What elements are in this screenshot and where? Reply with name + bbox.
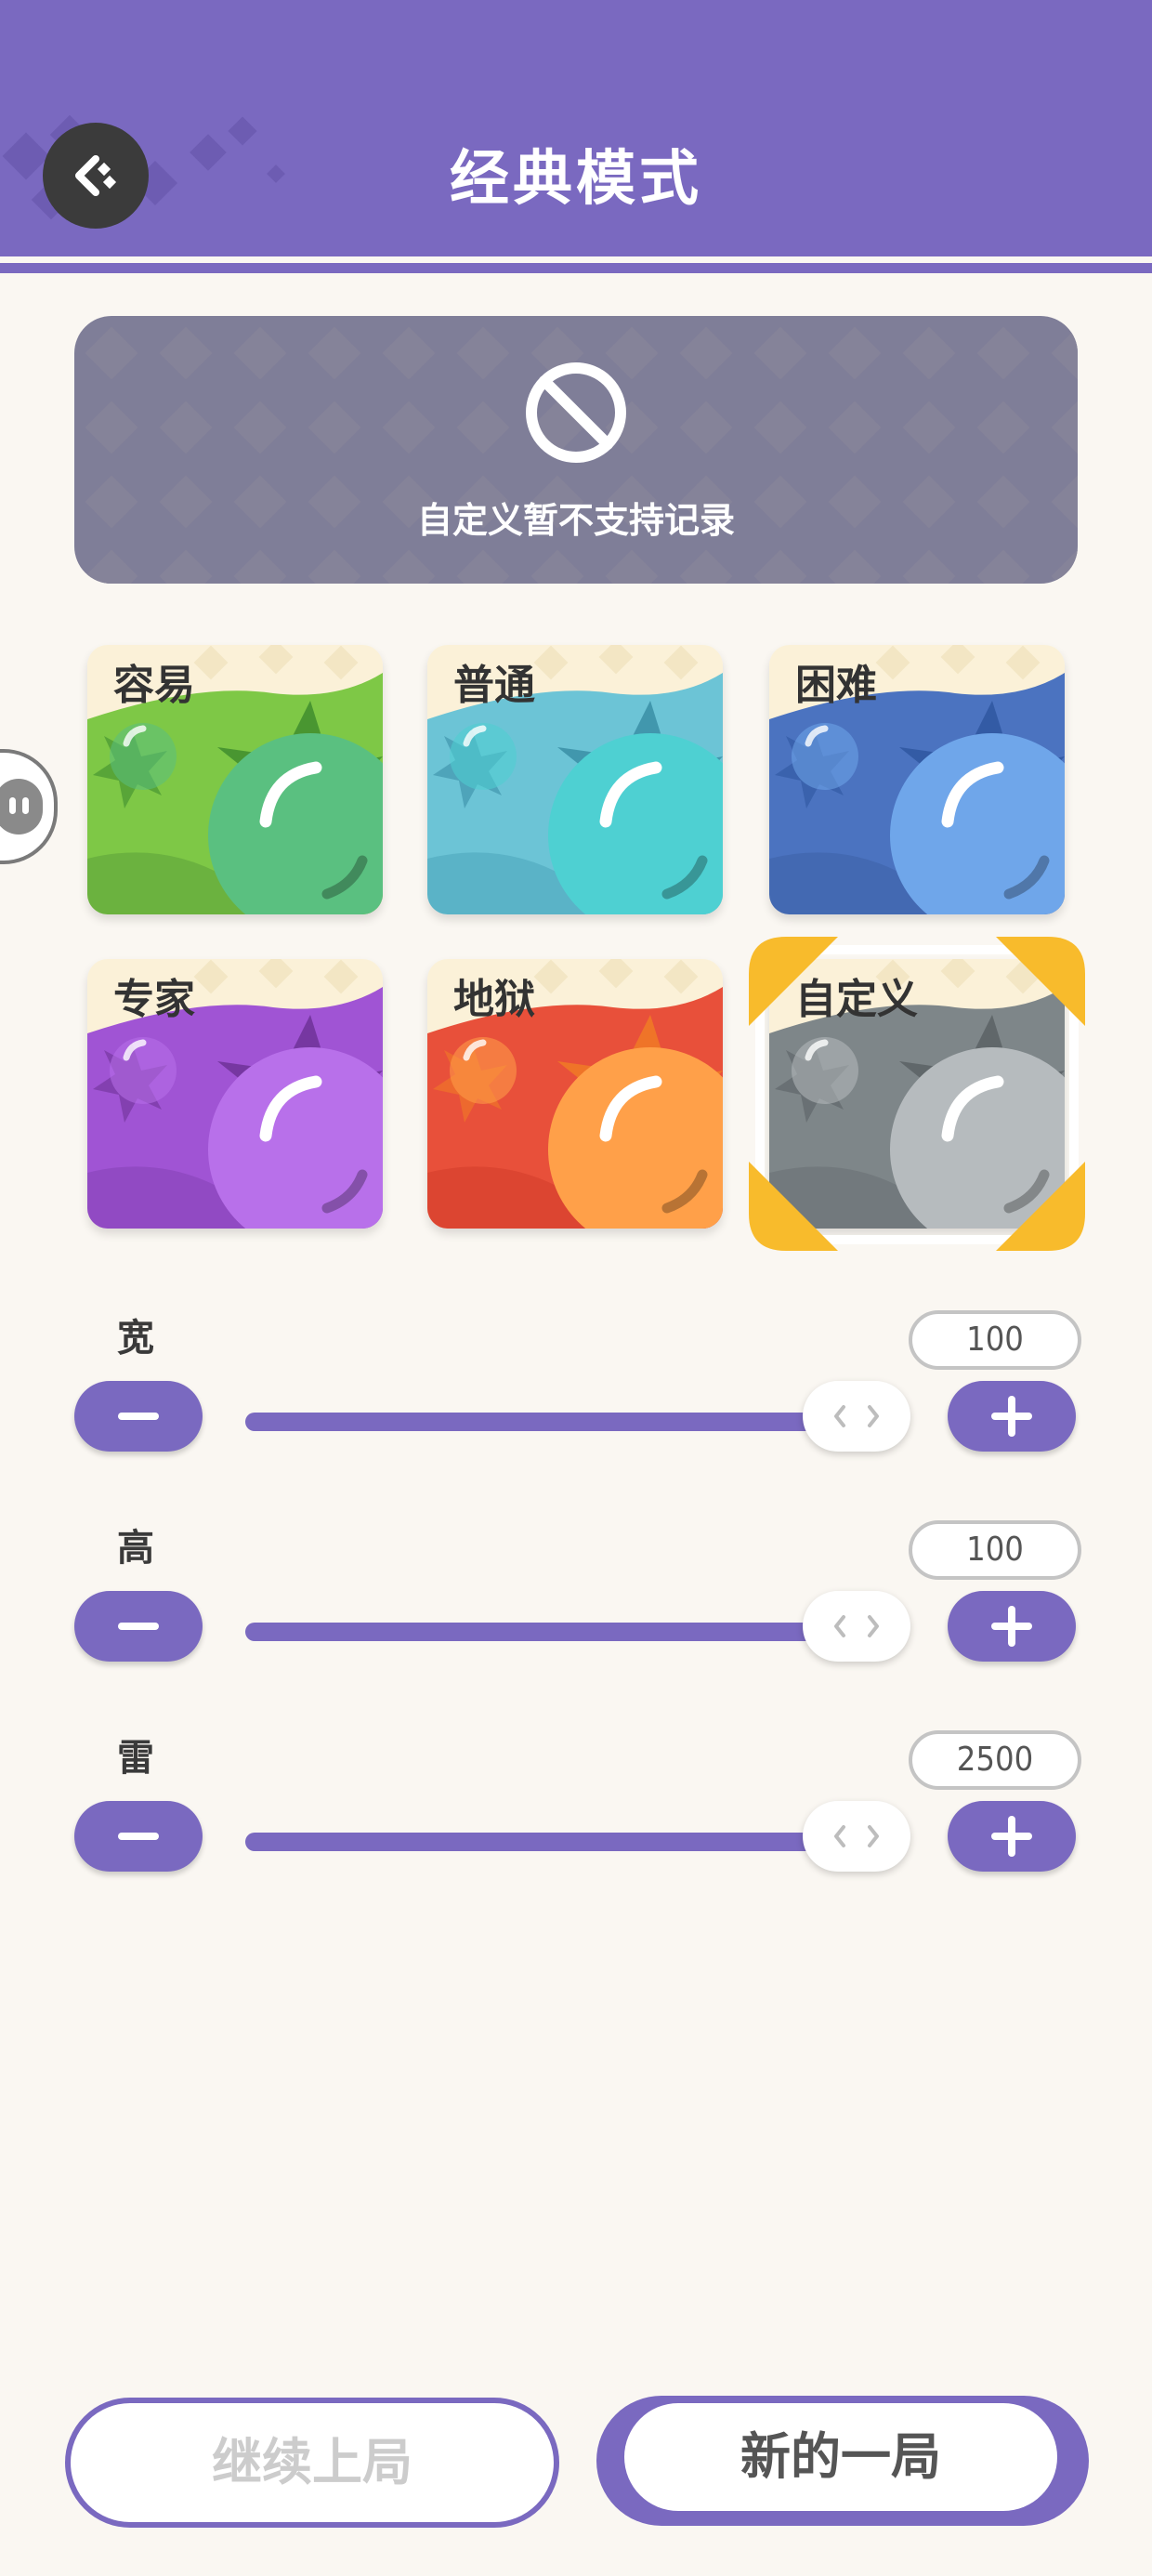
drag-arrows-icon [834, 1615, 879, 1637]
increment-button[interactable] [948, 1591, 1076, 1662]
slider-value-field[interactable]: 100 [909, 1310, 1081, 1370]
difficulty-card-label: 困难 [795, 662, 877, 709]
difficulty-card-label: 自定义 [795, 976, 918, 1023]
slider-track[interactable] [245, 1623, 896, 1641]
decrement-button[interactable] [74, 1591, 203, 1662]
decrement-button[interactable] [74, 1381, 203, 1452]
new-game-label: 新的一局 [624, 2403, 1057, 2511]
slider-thumb[interactable] [803, 1381, 910, 1452]
difficulty-card-label: 专家 [113, 976, 195, 1023]
slider-thumb[interactable] [803, 1801, 910, 1872]
slider-value-field[interactable]: 2500 [909, 1730, 1081, 1790]
page-title: 经典模式 [450, 145, 702, 214]
difficulty-card[interactable]: 自定义 [769, 959, 1065, 1229]
new-game-button[interactable]: 新的一局 [596, 2396, 1089, 2526]
slider-label: 雷 [117, 1737, 154, 1780]
difficulty-card[interactable]: 困难 [769, 645, 1065, 914]
slider-label: 高 [117, 1527, 154, 1570]
ghost-icon [0, 779, 43, 835]
header-divider [0, 256, 1152, 263]
minus-icon [118, 1833, 159, 1840]
notice-text: 自定义暂不支持记录 [416, 500, 735, 541]
increment-button[interactable] [948, 1801, 1076, 1872]
minus-icon [118, 1623, 159, 1630]
slider-label: 宽 [117, 1317, 154, 1360]
difficulty-card[interactable]: 容易 [87, 645, 383, 914]
decrement-button[interactable] [74, 1801, 203, 1872]
record-notice-panel: 自定义暂不支持记录 [74, 316, 1078, 584]
slider-track[interactable] [245, 1413, 896, 1431]
difficulty-card-label: 容易 [113, 662, 195, 709]
slider-track[interactable] [245, 1833, 896, 1851]
drag-arrows-icon [834, 1405, 879, 1427]
ban-icon [526, 362, 626, 463]
drag-arrows-icon [834, 1825, 879, 1847]
continue-game-button[interactable]: 继续上局 [65, 2398, 559, 2528]
difficulty-card[interactable]: 专家 [87, 959, 383, 1229]
header-bar: 经典模式 [0, 0, 1152, 273]
minus-icon [118, 1413, 159, 1420]
difficulty-card-label: 普通 [453, 662, 535, 709]
slider-thumb[interactable] [803, 1591, 910, 1662]
increment-button[interactable] [948, 1381, 1076, 1452]
difficulty-card[interactable]: 普通 [427, 645, 723, 914]
difficulty-card[interactable]: 地狱 [427, 959, 723, 1229]
difficulty-card-label: 地狱 [453, 976, 535, 1023]
slider-value-field[interactable]: 100 [909, 1520, 1081, 1580]
side-drawer-handle[interactable] [0, 749, 58, 864]
